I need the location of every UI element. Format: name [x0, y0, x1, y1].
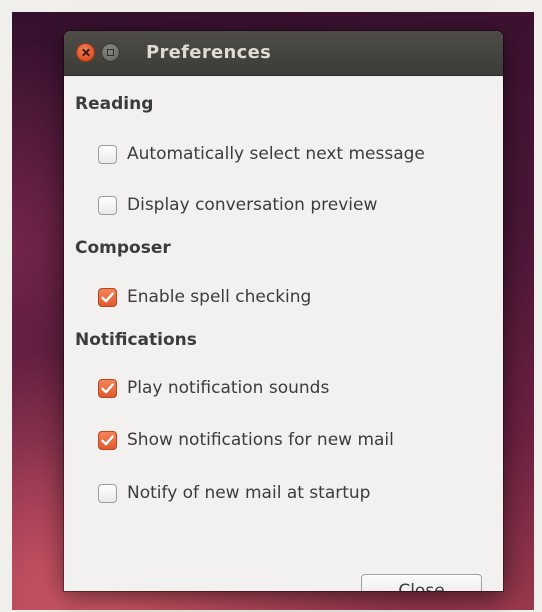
window-title: Preferences	[146, 42, 272, 63]
section-heading-reading: Reading	[75, 94, 154, 114]
checkmark-icon	[101, 291, 114, 302]
option-notification-sounds[interactable]: Play notification sounds	[98, 376, 329, 400]
option-new-mail-notifications[interactable]: Show notifications for new mail	[98, 428, 394, 452]
window-close-icon[interactable]	[76, 43, 95, 62]
window-maximize-icon[interactable]	[101, 43, 120, 62]
checkbox-spell-checking[interactable]	[98, 287, 117, 307]
option-auto-select-next[interactable]: Automatically select next message	[98, 142, 425, 166]
checkbox-auto-select-next[interactable]	[98, 144, 117, 164]
option-spell-checking[interactable]: Enable spell checking	[98, 285, 311, 309]
option-conversation-preview[interactable]: Display conversation preview	[98, 193, 377, 217]
checkmark-icon	[101, 382, 114, 393]
preferences-dialog: Preferences Reading Automatically select…	[64, 31, 503, 591]
option-label: Play notification sounds	[127, 378, 330, 398]
checkmark-icon	[101, 434, 114, 445]
close-button[interactable]: Close	[361, 574, 482, 591]
section-heading-notifications: Notifications	[75, 330, 197, 350]
checkbox-notify-at-startup[interactable]	[98, 483, 117, 503]
checkbox-conversation-preview[interactable]	[98, 195, 117, 215]
titlebar[interactable]: Preferences	[64, 31, 503, 76]
option-label: Show notifications for new mail	[127, 430, 394, 450]
option-label: Display conversation preview	[127, 195, 378, 215]
option-notify-at-startup[interactable]: Notify of new mail at startup	[98, 481, 370, 505]
option-label: Automatically select next message	[127, 144, 425, 164]
checkbox-notification-sounds[interactable]	[98, 378, 117, 398]
option-label: Enable spell checking	[127, 287, 312, 307]
checkbox-new-mail-notifications[interactable]	[98, 430, 117, 450]
section-heading-composer: Composer	[75, 238, 171, 258]
option-label: Notify of new mail at startup	[127, 483, 371, 503]
